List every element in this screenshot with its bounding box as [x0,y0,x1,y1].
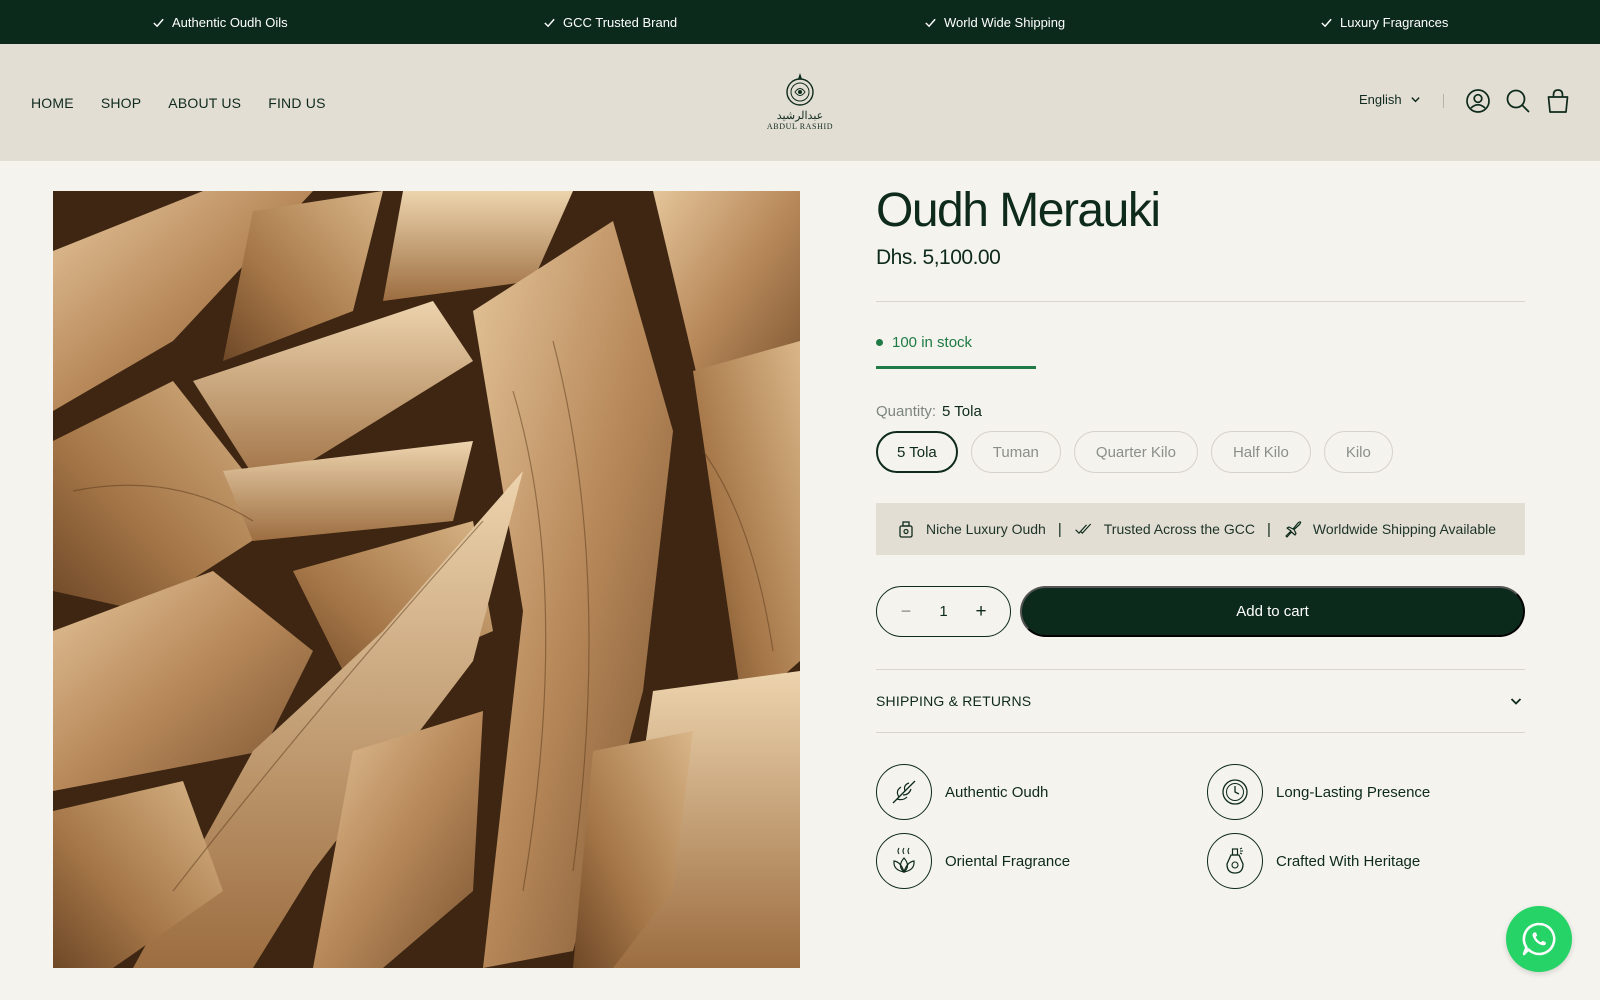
nav-shop[interactable]: SHOP [101,95,141,111]
option-kilo[interactable]: Kilo [1323,431,1393,473]
divider [876,301,1525,302]
check-icon [925,18,936,27]
logo-script: عبدالرشيد [776,109,824,122]
product-price: Dhs. 5,100.00 [876,246,1001,269]
option-half-kilo[interactable]: Half Kilo [1210,431,1311,473]
badge-worldwide-shipping: Worldwide Shipping Available [1283,519,1496,539]
header-separator [1443,94,1444,108]
add-to-cart-button[interactable]: Add to cart [1020,586,1525,637]
announcement-item: Luxury Fragrances [1320,0,1448,44]
search-button[interactable] [1505,88,1531,114]
nav-home[interactable]: HOME [31,95,74,111]
attar-bottle-icon [1207,833,1263,889]
lotus-icon [876,833,932,889]
feature-authentic-oudh: Authentic Oudh [876,764,1048,820]
accordion-label: SHIPPING & RETURNS [876,693,1032,709]
check-icon [153,18,164,27]
quantity-label: Quantity: 5 Tola [876,403,982,420]
oud-branch-icon-graphic [892,780,916,804]
language-selector[interactable]: English [1359,92,1421,107]
stock-status: 100 in stock [876,334,972,351]
quantity-decrease-button[interactable]: − [897,601,915,622]
announcement-bar: Authentic Oudh Oils GCC Trusted Brand Wo… [0,0,1600,44]
badge-separator: | [1266,520,1271,538]
stock-dot-icon [876,339,883,346]
badge-niche-luxury: Niche Luxury Oudh [896,519,1046,539]
stopwatch-icon-graphic [1222,779,1248,805]
badge-separator: | [1057,520,1062,538]
product-title: Oudh Merauki [876,184,1161,237]
search-icon [1506,89,1530,113]
oud-wood-chips-image [53,191,800,968]
quantity-increase-button[interactable]: + [972,601,990,623]
logo-emblem-icon [786,73,814,106]
product-image[interactable] [53,191,800,968]
stock-bar-fill [876,366,1036,369]
shipping-returns-accordion[interactable]: SHIPPING & RETURNS [876,669,1525,733]
nav-about-us[interactable]: ABOUT US [168,95,241,111]
chevron-down-icon [1510,698,1522,705]
feature-crafted-heritage: Crafted With Heritage [1207,833,1420,889]
lotus-icon-graphic [893,847,915,873]
airplane-icon [1285,521,1302,538]
badge-trusted-gcc: Trusted Across the GCC [1074,519,1255,539]
variant-options: 5 Tola Tuman Quarter Kilo Half Kilo Kilo [876,431,1393,473]
quantity-input[interactable]: 1 [935,603,953,620]
whatsapp-chat-button[interactable] [1506,906,1572,972]
cart-button[interactable] [1545,88,1571,114]
option-tuman[interactable]: Tuman [970,431,1061,473]
stock-text: 100 in stock [892,334,973,351]
account-button[interactable] [1465,88,1491,114]
logo-name: ABDUL RASHID [766,122,834,131]
account-icon [1466,89,1490,113]
trust-badges: Niche Luxury Oudh | Trusted Across the G… [876,503,1525,555]
feature-oriental-fragrance: Oriental Fragrance [876,833,1070,889]
oud-branch-icon [876,764,932,820]
check-icon [544,18,555,27]
whatsapp-icon [1522,922,1556,956]
site-header: HOME SHOP ABOUT US FIND US عبدالرشيد ABD… [0,44,1600,161]
perfume-bottle-icon [899,521,913,538]
chevron-down-icon [1410,97,1420,103]
attar-bottle-icon-graphic [1226,847,1244,874]
language-label: English [1359,92,1402,107]
announcement-item: Authentic Oudh Oils [152,0,288,44]
quantity-stepper: − 1 + [876,586,1011,637]
double-check-icon [1075,523,1091,535]
stopwatch-icon [1207,764,1263,820]
check-icon [1321,18,1332,27]
feature-long-lasting: Long-Lasting Presence [1207,764,1430,820]
stock-bar [876,366,1196,369]
nav-find-us[interactable]: FIND US [268,95,325,111]
brand-logo[interactable]: عبدالرشيد ABDUL RASHID [766,70,834,136]
option-5-tola[interactable]: 5 Tola [876,431,958,473]
announcement-item: GCC Trusted Brand [543,0,677,44]
main-nav: HOME SHOP ABOUT US FIND US [31,44,326,161]
cart-icon [1547,89,1569,113]
option-quarter-kilo[interactable]: Quarter Kilo [1073,431,1198,473]
announcement-item: World Wide Shipping [924,0,1065,44]
selected-quantity: 5 Tola [942,403,982,420]
